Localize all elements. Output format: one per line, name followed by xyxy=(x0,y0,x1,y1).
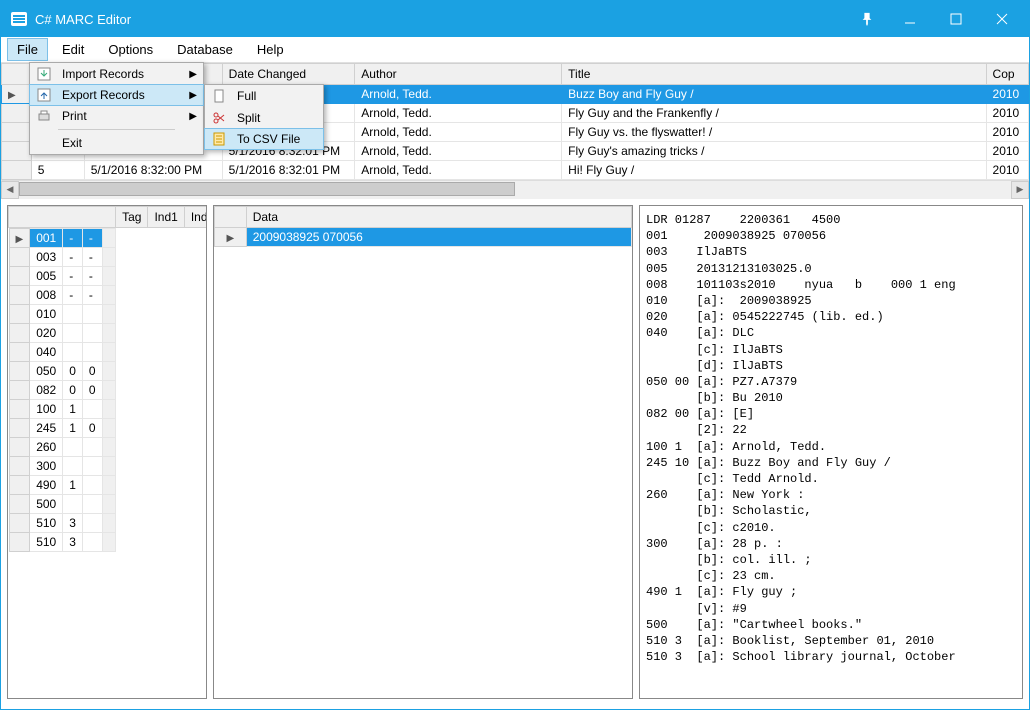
col-data[interactable]: Data xyxy=(246,207,631,228)
col-author[interactable]: Author xyxy=(355,64,562,85)
menu-print[interactable]: Print ▶ xyxy=(30,105,203,127)
table-row[interactable]: 003-- xyxy=(9,248,115,267)
table-row[interactable]: 260 xyxy=(9,438,115,457)
menu-file[interactable]: File xyxy=(7,38,48,61)
file-dropdown: Import Records ▶ Export Records ▶ Print … xyxy=(29,62,204,155)
table-row[interactable]: 08200 xyxy=(9,381,115,400)
col-title[interactable]: Title xyxy=(562,64,986,85)
menu-exit[interactable]: Exit xyxy=(30,132,203,154)
table-row[interactable]: 24510 xyxy=(9,419,115,438)
submenu-split[interactable]: Split xyxy=(205,107,323,129)
table-row[interactable]: 5103 xyxy=(9,533,115,552)
minimize-button[interactable] xyxy=(887,1,933,37)
col-ind1[interactable]: Ind1 xyxy=(148,207,184,228)
col-cop[interactable]: Cop xyxy=(986,64,1028,85)
table-row[interactable]: 05000 xyxy=(9,362,115,381)
scroll-thumb[interactable] xyxy=(19,182,515,196)
menu-separator xyxy=(58,129,175,130)
table-row[interactable]: 500 xyxy=(9,495,115,514)
marc-panel[interactable]: LDR 01287 2200361 4500 001 2009038925 07… xyxy=(639,205,1023,699)
scroll-track[interactable] xyxy=(19,181,1011,199)
table-row[interactable]: 005-- xyxy=(9,267,115,286)
menu-options[interactable]: Options xyxy=(98,38,163,61)
maximize-button[interactable] xyxy=(933,1,979,37)
tags-panel[interactable]: Tag Ind1 Ind2 ▶001--003--005--008--01002… xyxy=(7,205,207,699)
menu-database[interactable]: Database xyxy=(167,38,243,61)
table-row[interactable]: ▶2009038925 070056 xyxy=(215,228,632,247)
data-panel[interactable]: Data ▶2009038925 070056 xyxy=(213,205,633,699)
col-tag[interactable]: Tag xyxy=(116,207,148,228)
table-row[interactable]: 4901 xyxy=(9,476,115,495)
rowhdr-blank xyxy=(215,207,247,228)
doc-icon xyxy=(209,89,229,103)
menu-import-records[interactable]: Import Records ▶ xyxy=(30,63,203,85)
scroll-right-button[interactable]: ▶ xyxy=(1011,181,1029,199)
table-row[interactable]: 010 xyxy=(9,305,115,324)
chevron-right-icon: ▶ xyxy=(189,111,197,122)
csv-icon xyxy=(209,132,229,146)
submenu-to-csv[interactable]: To CSV File xyxy=(204,128,324,150)
table-row[interactable]: ▶001-- xyxy=(9,229,115,248)
titlebar: C# MARC Editor xyxy=(1,1,1029,37)
print-icon xyxy=(34,109,54,123)
menu-help[interactable]: Help xyxy=(247,38,294,61)
table-row[interactable]: 1001 xyxy=(9,400,115,419)
close-button[interactable] xyxy=(979,1,1025,37)
export-icon xyxy=(34,88,54,102)
app-icon xyxy=(11,12,27,26)
marc-text: LDR 01287 2200361 4500 001 2009038925 07… xyxy=(640,206,1022,698)
menubar: File Edit Options Database Help Import R… xyxy=(1,37,1029,63)
table-row[interactable]: 55/1/2016 8:32:00 PM5/1/2016 8:32:01 PMA… xyxy=(2,161,1029,180)
table-row[interactable]: 5103 xyxy=(9,514,115,533)
table-row[interactable]: 020 xyxy=(9,324,115,343)
content-area: Date Changed Author Title Cop ▶01 PMArno… xyxy=(1,63,1029,709)
table-row[interactable]: 040 xyxy=(9,343,115,362)
col-ind2[interactable]: Ind2 xyxy=(184,207,207,228)
table-row[interactable]: 008-- xyxy=(9,286,115,305)
submenu-full[interactable]: Full xyxy=(205,85,323,107)
app-window: C# MARC Editor File Edit Options Databas… xyxy=(0,0,1030,710)
menu-export-records[interactable]: Export Records ▶ xyxy=(29,84,204,106)
table-row[interactable]: 300 xyxy=(9,457,115,476)
import-icon xyxy=(34,67,54,81)
scissors-icon xyxy=(209,111,229,125)
col-date-changed[interactable]: Date Changed xyxy=(222,64,355,85)
pin-button[interactable] xyxy=(847,12,887,26)
rowhdr-blank xyxy=(9,207,116,228)
menu-edit[interactable]: Edit xyxy=(52,38,94,61)
chevron-right-icon: ▶ xyxy=(189,90,197,101)
export-submenu: Full Split To CSV File xyxy=(204,84,324,150)
row-header-blank xyxy=(2,64,32,85)
panels: Tag Ind1 Ind2 ▶001--003--005--008--01002… xyxy=(1,199,1029,709)
chevron-right-icon: ▶ xyxy=(189,69,197,80)
horizontal-scrollbar[interactable]: ◀ ▶ xyxy=(1,180,1029,198)
scroll-left-button[interactable]: ◀ xyxy=(1,181,19,199)
window-title: C# MARC Editor xyxy=(35,12,847,27)
